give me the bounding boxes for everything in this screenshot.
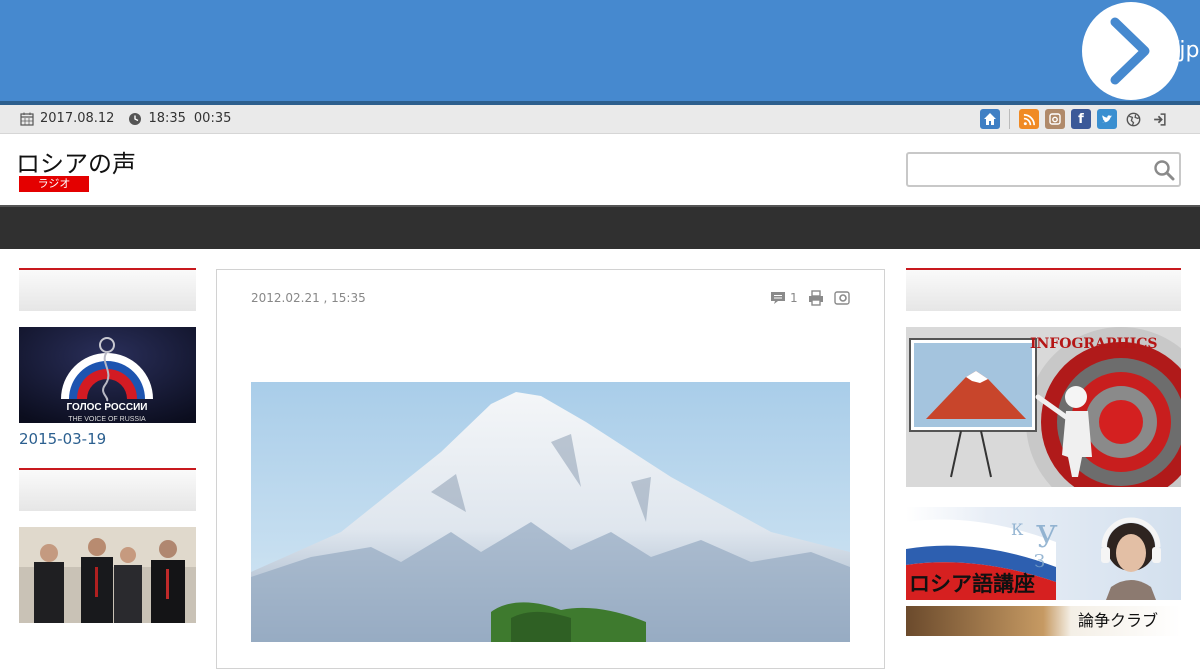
login-icon[interactable] <box>1149 109 1169 129</box>
logo-caption-ru: ГОЛОС РОССИИ <box>67 402 148 413</box>
infographics-title: INFOGRAPHICS <box>1030 336 1158 352</box>
email-share-icon[interactable] <box>833 290 850 306</box>
infographics-image: INFOGRAPHICS <box>906 327 1181 487</box>
date-time: 2017.08.12 18:35 00:35 <box>20 111 231 126</box>
play-button[interactable] <box>1082 2 1180 100</box>
svg-text:З: З <box>1034 551 1045 572</box>
time-local: 18:35 <box>148 111 186 126</box>
svg-text:К: К <box>1011 520 1024 539</box>
site-title[interactable]: ロシアの声 <box>16 144 136 179</box>
main-nav <box>0 205 1200 249</box>
left-sidebar: ГОЛОС РОССИИ THE VOICE OF RUSSIA 2015-03… <box>19 268 196 623</box>
voice-of-russia-thumbnail[interactable]: ГОЛОС РОССИИ THE VOICE OF RUSSIA <box>19 327 196 423</box>
calendar-icon <box>20 112 34 126</box>
logo-caption-en: THE VOICE OF RUSSIA <box>68 416 146 423</box>
twitter-icon[interactable] <box>1097 109 1117 129</box>
clock-icon <box>129 112 142 125</box>
chevron-right-icon <box>1110 17 1150 85</box>
politicians-photo <box>19 527 196 623</box>
language-course-image: У К З ロシア語講座 <box>906 517 1161 600</box>
section-header <box>19 468 196 511</box>
right-sidebar: INFOGRAPHICS У К З ロシア語講座 論争クラブ <box>906 268 1181 636</box>
search-input[interactable] <box>906 152 1181 187</box>
instagram-icon[interactable] <box>1045 109 1065 129</box>
rss-icon[interactable] <box>1019 109 1039 129</box>
site-tag: ラジオ <box>19 176 89 192</box>
svg-text:У: У <box>1036 520 1058 555</box>
top-banner: http://jp <box>0 0 1200 101</box>
info-bar: 2017.08.12 18:35 00:35 f <box>0 105 1200 134</box>
site-header: ロシアの声 ラジオ <box>0 134 1200 205</box>
debate-club-image: 論争クラブ <box>1078 611 1158 630</box>
infographics-banner[interactable]: INFOGRAPHICS <box>906 327 1181 487</box>
print-icon[interactable] <box>808 290 824 306</box>
social-links: f <box>980 109 1175 129</box>
comment-icon[interactable] <box>770 290 786 306</box>
section-header <box>19 268 196 311</box>
mount-fuji-photo <box>251 382 850 642</box>
article-card: 2012.02.21 , 15:35 1 <box>216 269 885 669</box>
divider <box>1009 109 1010 129</box>
article-tools: 1 <box>770 290 854 306</box>
russian-language-course-banner[interactable]: У К З ロシア語講座 <box>906 507 1181 600</box>
voice-of-russia-logo-image: ГОЛОС РОССИИ THE VOICE OF RUSSIA <box>19 327 196 423</box>
debate-club-title: 論争クラブ <box>1078 611 1158 630</box>
section-header <box>906 268 1181 311</box>
comment-count[interactable]: 1 <box>790 291 798 305</box>
mount-fuji-image <box>251 382 850 642</box>
facebook-icon[interactable]: f <box>1071 109 1091 129</box>
home-icon[interactable] <box>980 109 1000 129</box>
globe-icon[interactable] <box>1123 109 1143 129</box>
article-date-link[interactable]: 2015-03-19 <box>19 430 196 448</box>
search-icon[interactable] <box>1153 159 1175 181</box>
article-timestamp: 2012.02.21 , 15:35 <box>251 291 366 305</box>
debate-club-banner[interactable]: 論争クラブ <box>906 606 1181 636</box>
time-moscow: 00:35 <box>193 111 232 126</box>
politicians-thumbnail[interactable] <box>19 527 196 623</box>
language-course-title: ロシア語講座 <box>909 572 1035 596</box>
current-date: 2017.08.12 <box>40 111 115 126</box>
